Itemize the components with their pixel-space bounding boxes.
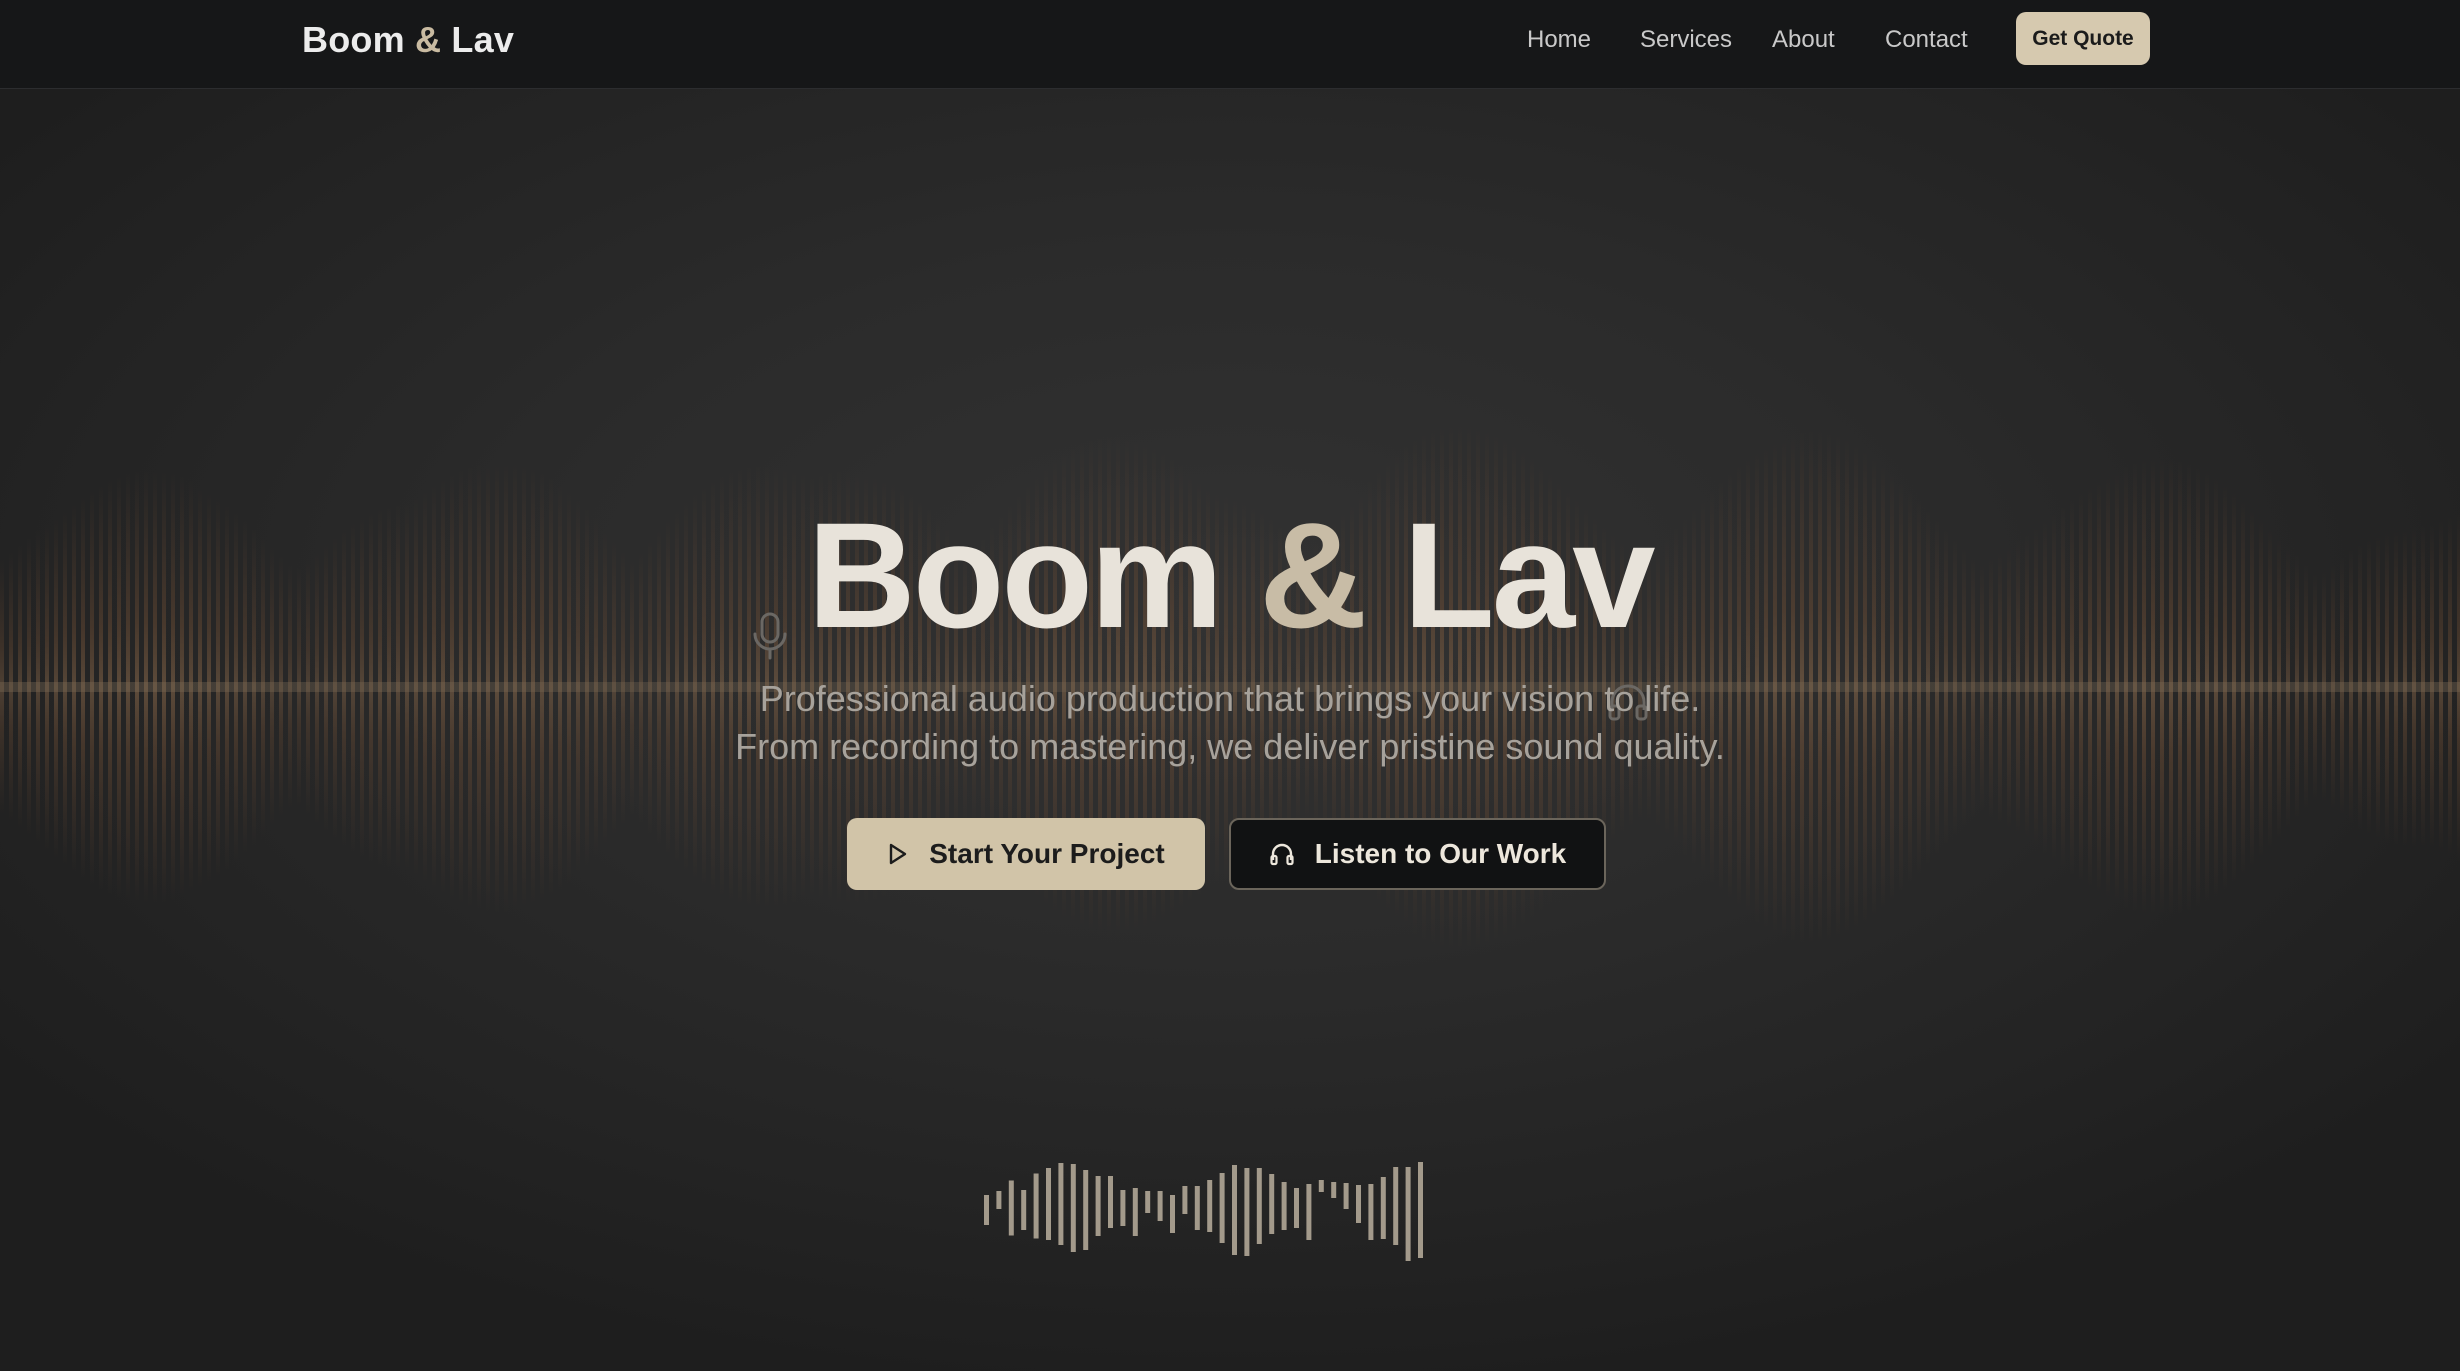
equalizer-bar (1046, 1168, 1051, 1240)
nav-link-about[interactable]: About (1772, 24, 1835, 56)
top-navigation: Boom & Lav Home Services About Contact G… (0, 0, 2460, 89)
equalizer-bar (1108, 1176, 1113, 1228)
equalizer-bar (1182, 1186, 1188, 1214)
equalizer-bar (1281, 1182, 1287, 1230)
equalizer-bar (1145, 1191, 1151, 1213)
listen-to-our-work-label: Listen to Our Work (1314, 838, 1567, 869)
equalizer-bar (1343, 1183, 1349, 1209)
hero-title: Boom & Lav (0, 490, 2460, 660)
brand-ampersand: & (415, 19, 442, 60)
equalizer-bar (1418, 1162, 1423, 1258)
brand-logo[interactable]: Boom & Lav (302, 16, 514, 64)
get-quote-button[interactable]: Get Quote (2016, 12, 2150, 65)
hero-subtitle-line2: From recording to mastering, we deliver … (735, 726, 1725, 767)
equalizer-bar (1033, 1173, 1039, 1239)
equalizer-bar (1405, 1167, 1411, 1261)
equalizer-bar (1008, 1180, 1014, 1236)
equalizer-bar (1120, 1190, 1126, 1226)
equalizer-bar (1083, 1170, 1089, 1250)
equalizer-bar (1244, 1168, 1250, 1256)
hero-title-part2: Lav (1364, 491, 1655, 659)
equalizer-bar (1393, 1167, 1399, 1245)
equalizer-bar (1207, 1180, 1213, 1232)
equalizer-bar (1194, 1186, 1200, 1230)
headphones-icon (1270, 843, 1294, 866)
brand-name-part1: Boom (302, 19, 415, 60)
hero-subtitle-line1: Professional audio production that bring… (759, 678, 1701, 719)
hero-title-part1: Boom (807, 491, 1260, 659)
equalizer-bar (1368, 1184, 1374, 1240)
equalizer-bar (996, 1191, 1002, 1209)
equalizer-bar (1318, 1180, 1324, 1192)
equalizer-bar (1356, 1185, 1361, 1223)
equalizer-bar (1269, 1174, 1275, 1234)
equalizer-bar (1157, 1191, 1163, 1221)
equalizer-bar (1294, 1188, 1299, 1228)
equalizer-bar (1232, 1165, 1237, 1255)
equalizer-bar (1170, 1195, 1175, 1233)
start-your-project-label: Start Your Project (929, 838, 1165, 869)
nav-link-contact[interactable]: Contact (1885, 24, 1968, 56)
equalizer-bar (1331, 1182, 1337, 1198)
audio-equalizer-graphic (984, 1162, 1423, 1261)
equalizer-bar (1070, 1164, 1076, 1252)
equalizer-bar (1095, 1176, 1101, 1236)
listen-to-our-work-button[interactable]: Listen to Our Work (1229, 818, 1606, 890)
equalizer-bar (1256, 1168, 1262, 1244)
equalizer-bar (1380, 1177, 1386, 1239)
equalizer-bar (1058, 1163, 1064, 1245)
page: Boom & Lav Home Services About Contact G… (0, 0, 2460, 1371)
equalizer-bar (1132, 1188, 1138, 1236)
play-icon (890, 843, 907, 865)
nav-link-services[interactable]: Services (1640, 24, 1732, 56)
start-your-project-button[interactable]: Start Your Project (847, 818, 1205, 890)
brand-name-part2: Lav (441, 19, 515, 60)
equalizer-bar (1219, 1173, 1225, 1243)
equalizer-bar (1306, 1184, 1312, 1240)
hero-title-ampersand: & (1259, 491, 1367, 659)
nav-link-home[interactable]: Home (1527, 24, 1591, 56)
equalizer-bar (984, 1195, 989, 1225)
equalizer-bar (1021, 1190, 1027, 1230)
